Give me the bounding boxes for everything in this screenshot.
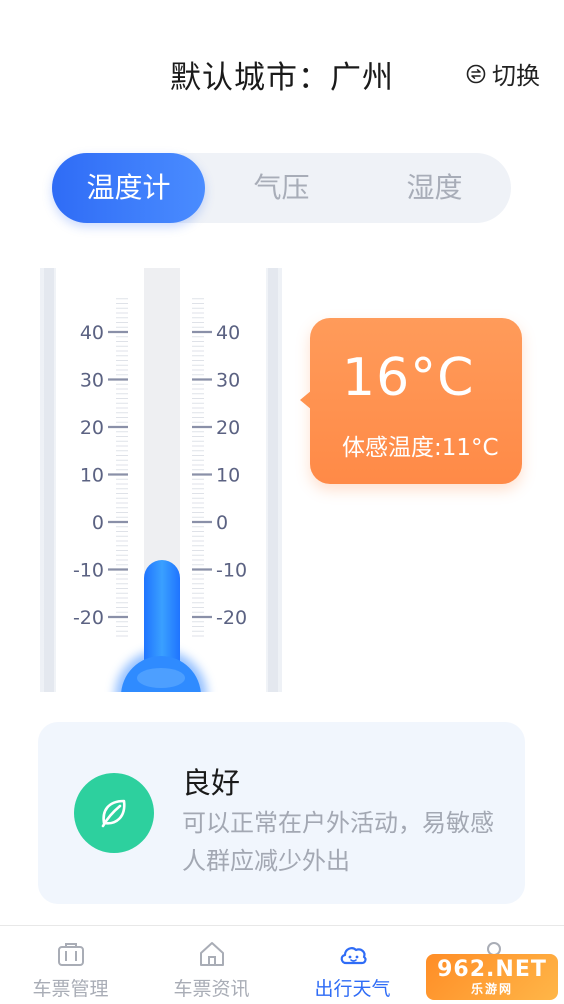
thermometer-graphic: 40 40 30 30 20 20 10 10 0 0 -10 -10 -20 -20	[40, 268, 282, 692]
air-quality-card: 良好 可以正常在户外活动，易敏感人群应减少外出	[38, 722, 525, 904]
nav-travel-weather[interactable]: 出行天气	[282, 926, 423, 1004]
scale-label-left: 0	[92, 512, 104, 534]
scale-label-left: 20	[80, 417, 104, 439]
switch-city-button[interactable]: 切换	[466, 56, 540, 91]
scale-label-right: 30	[216, 370, 240, 392]
scale-label-right: 40	[216, 322, 240, 344]
thermometer: 40 40 30 30 20 20 10 10 0 0 -10 -10 -20 -20	[40, 268, 282, 692]
feels-like-temperature: 体感温度:11°C	[342, 435, 499, 461]
nav-label: 车票资讯	[173, 978, 250, 1000]
current-temperature: 16°C	[342, 348, 475, 408]
scale-label-right: 20	[216, 417, 240, 439]
air-quality-description: 可以正常在户外活动，易敏感人群应减少外出	[182, 809, 494, 875]
tab-pressure[interactable]: 气压	[205, 153, 358, 223]
home-icon	[199, 942, 224, 966]
watermark-main: 962.NET	[437, 957, 547, 982]
scale-label-right: -10	[216, 560, 247, 582]
switch-label: 切换	[492, 62, 540, 90]
tab-thermometer[interactable]: 温度计	[52, 153, 205, 223]
nav-label: 车票管理	[32, 978, 109, 1000]
watermark-sub: 乐游网	[470, 982, 513, 996]
scale-label-left: -20	[73, 607, 104, 629]
swap-icon	[466, 64, 486, 83]
measurement-tabs: 温度计 气压 湿度	[52, 153, 511, 223]
scale-label-left: 10	[80, 465, 104, 487]
scale-label-left: 40	[80, 322, 104, 344]
scale-label-right: 10	[216, 465, 240, 487]
nav-ticket-management[interactable]: 车票管理	[0, 926, 141, 1004]
scale-label-left: -10	[73, 560, 104, 582]
temperature-bubble: 16°C 体感温度:11°C	[300, 318, 522, 484]
briefcase-icon	[57, 943, 84, 966]
bulb-highlight	[137, 668, 185, 688]
frame-left-edge	[44, 268, 54, 692]
scale-label-right: 0	[216, 512, 228, 534]
watermark: 962.NET 乐游网	[426, 954, 558, 1000]
air-quality-icon-circle	[74, 773, 154, 853]
tab-humidity[interactable]: 湿度	[358, 153, 511, 223]
scale-label-left: 30	[80, 370, 104, 392]
frame-right-edge	[268, 268, 278, 692]
air-quality-title: 良好	[182, 766, 241, 800]
nav-ticket-news[interactable]: 车票资讯	[141, 926, 282, 1004]
cloud-icon	[340, 947, 367, 965]
leaf-icon	[101, 799, 126, 828]
header: 默认城市：广州 切换	[0, 0, 564, 140]
nav-label: 出行天气	[314, 978, 391, 1000]
scale-label-right: -20	[216, 607, 247, 629]
